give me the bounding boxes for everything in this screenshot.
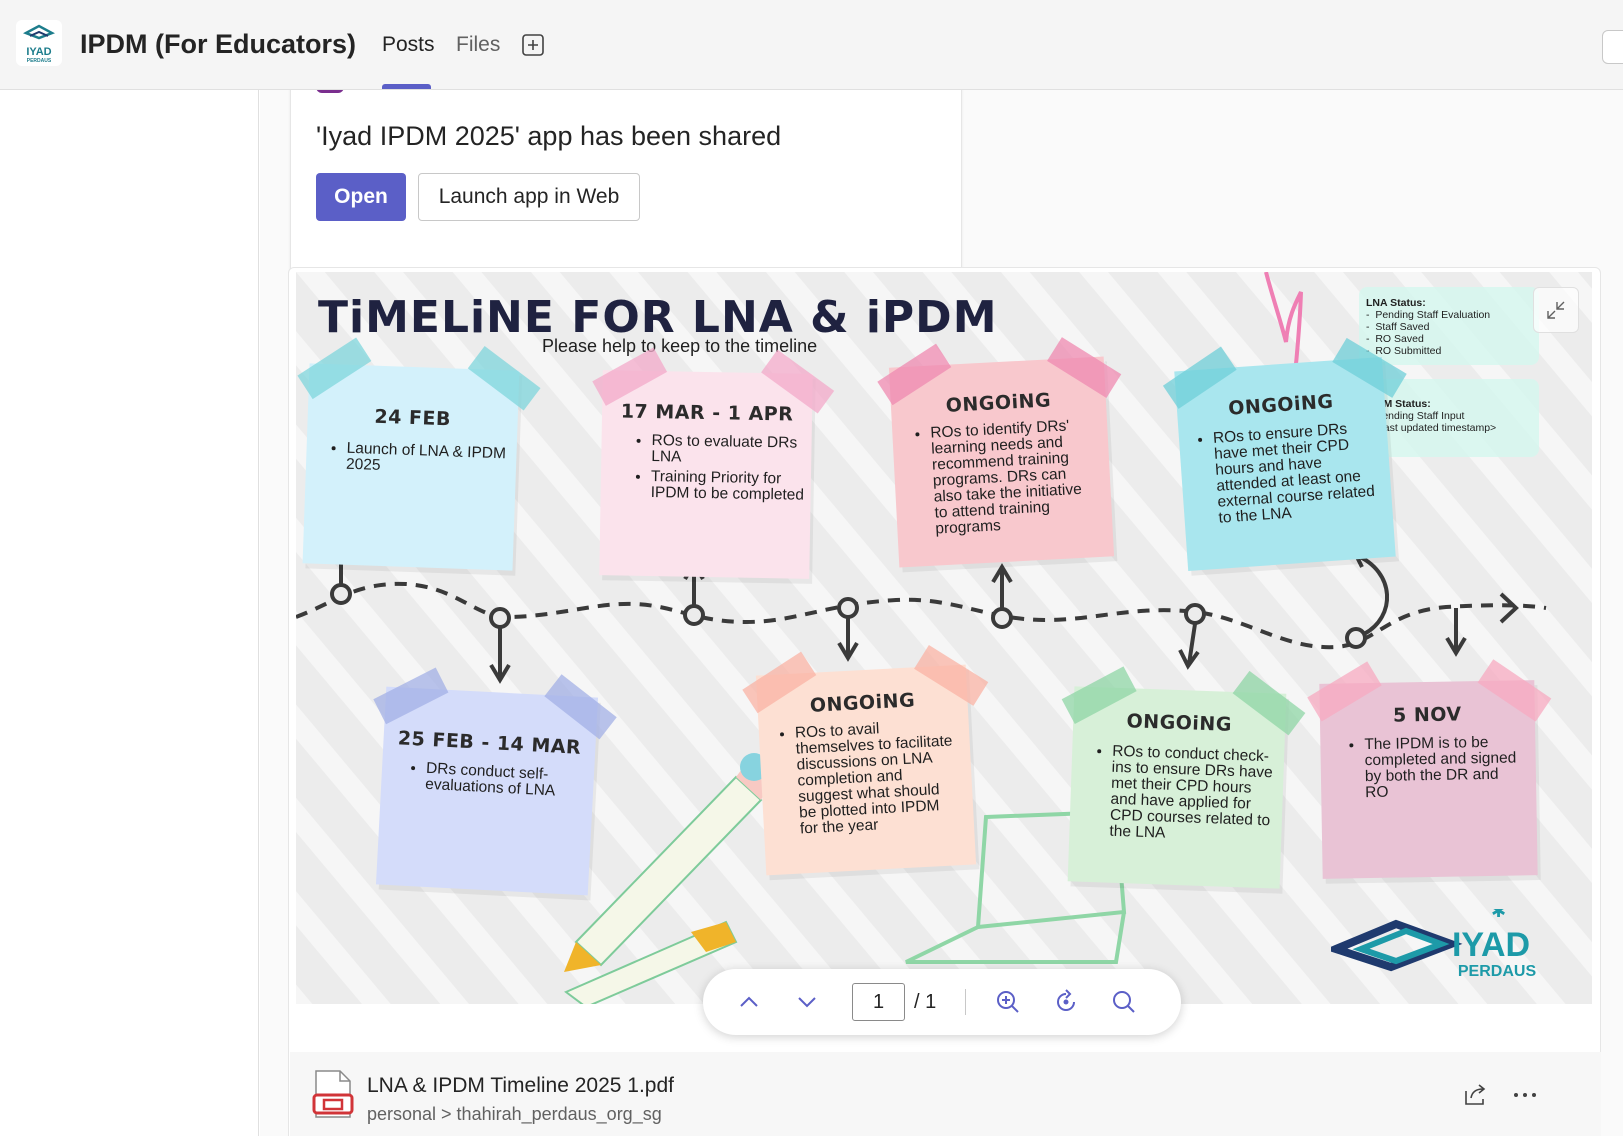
note-item: ROs to ensure DRs have met their CPD hou… (1212, 420, 1379, 527)
lna-status-heading: LNA Status: (1366, 297, 1426, 309)
note-item: The IPDM is to be completed and signed b… (1364, 734, 1526, 801)
collapse-icon[interactable] (1533, 287, 1579, 333)
timeline-note: ONGOiNG ROs to conduct check-ins to ensu… (1061, 666, 1306, 889)
pdf-file-icon (312, 1069, 354, 1119)
chevron-down-icon[interactable] (792, 987, 822, 1017)
note-item: DRs conduct self-evaluations of LNA (425, 760, 580, 801)
left-rail (0, 90, 259, 1136)
note-heading: 17 MAR - 1 APR (620, 400, 794, 426)
active-tab-indicator (382, 84, 431, 89)
note-item: ROs to conduct check-ins to ensure DRs h… (1109, 743, 1274, 846)
note-heading: ONGOiNG (1227, 390, 1335, 420)
timeline-note: ONGOiNG ROs to avail themselves to facil… (742, 644, 989, 876)
page-number-input[interactable] (852, 983, 905, 1021)
team-logo[interactable]: IYAD PERDAUS (16, 20, 62, 66)
pdf-toolbar: / 1 (703, 969, 1181, 1035)
search-icon[interactable] (1109, 987, 1139, 1017)
note-heading: ONGOiNG (945, 389, 1052, 417)
add-tab-icon[interactable] (521, 33, 545, 57)
lna-status-item: RO Saved (1375, 333, 1424, 345)
tab-files[interactable]: Files (456, 33, 500, 57)
share-icon[interactable] (1463, 1081, 1489, 1107)
page-total: / 1 (914, 991, 937, 1013)
team-title: IPDM (For Educators) (80, 29, 357, 59)
svg-text:✱: ✱ (1491, 909, 1506, 922)
timeline-note: 25 FEB - 14 MAR DRs conduct self-evaluat… (373, 667, 617, 896)
tab-posts[interactable]: Posts (382, 33, 435, 57)
chevron-up-icon[interactable] (734, 987, 764, 1017)
note-item: Launch of LNA & IPDM 2025 (346, 440, 517, 479)
pdf-page: TiMELiNE FOR LNA & iPDM Please help to k… (296, 272, 1592, 1004)
brand-text-top: IYAD (1452, 926, 1530, 964)
timeline-note: ONGOiNG ROs to identify DRs' learning ne… (877, 337, 1122, 568)
note-heading: 25 FEB - 14 MAR (397, 727, 582, 759)
app-icon (316, 90, 344, 93)
more-options-icon[interactable] (1512, 1088, 1538, 1100)
file-path: personal > thahirah_perdaus_org_sg (367, 1104, 662, 1124)
brand-text-bottom: PERDAUS (1458, 963, 1537, 980)
rotate-icon[interactable] (1051, 987, 1081, 1017)
timeline-note: ONGOiNG ROs to ensure DRs have met their… (1162, 337, 1407, 572)
open-button[interactable]: Open (316, 173, 406, 221)
lna-status-item: RO Submitted (1375, 345, 1442, 357)
launch-web-button[interactable]: Launch app in Web (418, 173, 640, 221)
posts-feed: 'Iyad IPDM 2025' app has been shared Ope… (260, 90, 1623, 1136)
timeline-note: 24 FEB Launch of LNA & IPDM 2025 (297, 337, 541, 571)
logo-text-top: IYAD (26, 46, 51, 58)
file-attachment-row[interactable]: LNA & IPDM Timeline 2025 1.pdf personal … (290, 1052, 1601, 1136)
poster-brand-logo: ✱ IYAD PERDAUS (1324, 901, 1551, 987)
note-item: ROs to evaluate DRs LNA (651, 432, 812, 468)
note-item: Training Priority for IPDM to be complet… (651, 468, 812, 504)
meeting-icon[interactable] (1602, 30, 1623, 64)
pdf-preview-card: TiMELiNE FOR LNA & iPDM Please help to k… (288, 267, 1601, 1136)
team-header: IYAD PERDAUS IPDM (For Educators) Posts … (0, 0, 1623, 90)
timeline-note: 5 NOV The IPDM is to be completed and si… (1307, 659, 1552, 879)
lna-status-box: LNA Status: - Pending Staff Evaluation -… (1359, 287, 1539, 365)
app-shared-message: 'Iyad IPDM 2025' app has been shared (316, 121, 782, 151)
lna-status-item: Staff Saved (1375, 321, 1430, 333)
toolbar-divider (965, 989, 966, 1015)
lna-status-item: Pending Staff Evaluation (1375, 309, 1491, 321)
team-logo-icon: IYAD PERDAUS (23, 24, 55, 64)
ipdm-status-item: Pending Staff Input (1375, 410, 1465, 422)
note-heading: 5 NOV (1392, 703, 1462, 727)
note-heading: ONGOiNG (1126, 710, 1233, 736)
logo-text-bottom: PERDAUS (27, 58, 52, 64)
timeline-note: 17 MAR - 1 APR ROs to evaluate DRs LNA T… (592, 347, 835, 579)
file-name[interactable]: LNA & IPDM Timeline 2025 1.pdf (367, 1074, 674, 1098)
zoom-in-icon[interactable] (993, 987, 1023, 1017)
note-heading: 24 FEB (374, 405, 452, 431)
note-item: ROs to identify DRs' learning needs and … (930, 417, 1099, 537)
brand-logo-icon: ✱ IYAD PERDAUS (1324, 901, 1537, 980)
note-item: ROs to avail themselves to facilitate di… (795, 717, 963, 837)
ipdm-status-item: <last updated timestamp> (1375, 422, 1497, 434)
